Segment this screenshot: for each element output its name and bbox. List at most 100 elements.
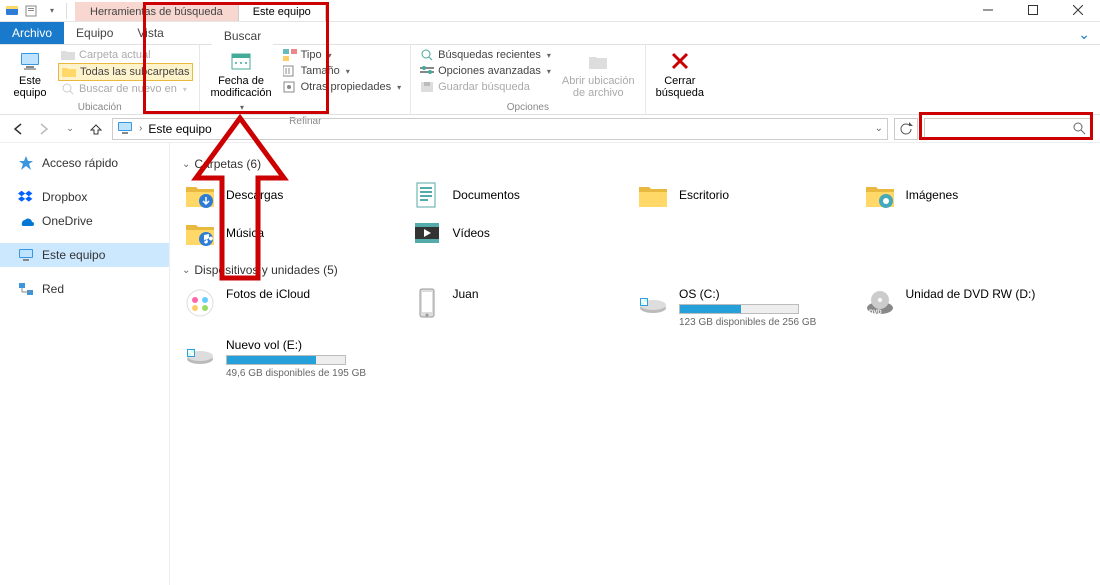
- main-area: Acceso rápido Dropbox OneDrive Este equipo R…: [0, 143, 1100, 585]
- tamano-label: Tamaño: [301, 65, 340, 77]
- folder-label: Documentos: [453, 188, 520, 202]
- tab-archivo[interactable]: Archivo: [0, 22, 64, 44]
- drive-icon: [411, 287, 443, 319]
- guardar-busqueda-button[interactable]: Guardar búsqueda: [417, 79, 554, 95]
- contextual-tab-header: Herramientas de búsqueda: [75, 2, 238, 21]
- drive-unidad-de-dvd-rw-d-[interactable]: DVDUnidad de DVD RW (D:): [862, 285, 1089, 330]
- onedrive-icon: [18, 213, 34, 229]
- forward-button[interactable]: [34, 119, 54, 139]
- abrir-ubic-label: Abrir ubicación de archivo: [562, 75, 635, 99]
- sidebar-item-label: Red: [42, 282, 64, 296]
- maximize-button[interactable]: [1010, 0, 1055, 21]
- folders-grid: Descargas Documentos Escritorio Imágenes Mús…: [182, 179, 1088, 249]
- este-equipo-button[interactable]: Este equipo: [6, 47, 54, 101]
- drive-sublabel: 123 GB disponibles de 256 GB: [679, 317, 816, 328]
- folder-imágenes[interactable]: Imágenes: [862, 179, 1089, 211]
- opciones-avanzadas-button[interactable]: Opciones avanzadas: [417, 63, 554, 79]
- recent-locations-button[interactable]: ⌄: [60, 119, 80, 139]
- address-bar[interactable]: › Este equipo ⌄: [112, 118, 888, 140]
- drive-nuevo-vol-e-[interactable]: Nuevo vol (E:)49,6 GB disponibles de 195…: [182, 336, 409, 381]
- otras-prop-label: Otras propiedades: [301, 81, 392, 93]
- folder-label: Escritorio: [679, 188, 729, 202]
- cerrar-busqueda-button[interactable]: Cerrar búsqueda: [652, 47, 708, 101]
- folder-label: Vídeos: [453, 226, 490, 240]
- drive-juan[interactable]: Juan: [409, 285, 636, 330]
- busquedas-recientes-button[interactable]: Búsquedas recientes: [417, 47, 554, 63]
- qat-properties-icon[interactable]: [24, 3, 40, 19]
- folder-escritorio[interactable]: Escritorio: [635, 179, 862, 211]
- folder-vídeos[interactable]: Vídeos: [409, 217, 636, 249]
- folder-icon: [61, 48, 75, 62]
- drive-icon: [637, 287, 669, 319]
- ribbon-help-icon[interactable]: ⌄: [1068, 22, 1100, 44]
- sidebar-item-label: OneDrive: [42, 214, 93, 228]
- folder-música[interactable]: Música: [182, 217, 409, 249]
- fecha-modificacion-button[interactable]: Fecha de modificación: [206, 47, 275, 115]
- este-equipo-label: Este equipo: [13, 75, 46, 99]
- advanced-icon: [420, 64, 434, 78]
- address-path[interactable]: Este equipo: [148, 122, 211, 136]
- network-icon: [18, 281, 34, 297]
- buscar-de-nuevo-button[interactable]: Buscar de nuevo en: [58, 81, 193, 97]
- drive-icon: [184, 338, 216, 370]
- close-button[interactable]: [1055, 0, 1100, 21]
- sidebar-item-dropbox[interactable]: Dropbox: [0, 185, 169, 209]
- open-location-icon: [586, 49, 610, 73]
- cerrar-busqueda-label: Cerrar búsqueda: [656, 75, 704, 99]
- tamano-button[interactable]: Tamaño: [280, 63, 405, 79]
- todas-subcarpetas-label: Todas las subcarpetas: [80, 66, 189, 78]
- tab-equipo[interactable]: Equipo: [64, 22, 125, 44]
- search-box[interactable]: [924, 118, 1092, 140]
- save-icon: [420, 80, 434, 94]
- drive-label: Unidad de DVD RW (D:): [906, 287, 1036, 301]
- address-dropdown-icon[interactable]: ⌄: [875, 123, 883, 134]
- size-icon: [283, 64, 297, 78]
- search-input[interactable]: [929, 122, 1059, 136]
- tab-buscar[interactable]: Buscar: [212, 23, 273, 45]
- tipo-label: Tipo: [301, 49, 322, 61]
- sidebar-item-onedrive[interactable]: OneDrive: [0, 209, 169, 233]
- folder-icon: [864, 181, 896, 209]
- devices-header-label: Dispositivos y unidades (5): [194, 263, 337, 277]
- guardar-label: Guardar búsqueda: [438, 81, 530, 93]
- fecha-mod-label: Fecha de modificación: [210, 75, 271, 99]
- group-label-opciones: Opciones: [417, 101, 639, 115]
- star-icon: [18, 155, 34, 171]
- carpeta-actual-label: Carpeta actual: [79, 49, 151, 61]
- folder-documentos[interactable]: Documentos: [409, 179, 636, 211]
- calendar-icon: [229, 49, 253, 73]
- ribbon-group-refinar: Fecha de modificación Tipo Tamaño Otras …: [200, 45, 411, 114]
- back-button[interactable]: [8, 119, 28, 139]
- drives-grid: Fotos de iCloud JuanOS (C:)123 GB disponi…: [182, 285, 1088, 381]
- folder-descargas[interactable]: Descargas: [182, 179, 409, 211]
- folder-label: Descargas: [226, 188, 283, 202]
- minimize-button[interactable]: [965, 0, 1010, 21]
- sidebar-item-red[interactable]: Red: [0, 277, 169, 301]
- devices-section-header[interactable]: Dispositivos y unidades (5): [182, 263, 1088, 277]
- carpeta-actual-button[interactable]: Carpeta actual: [58, 47, 193, 63]
- drive-os-c-[interactable]: OS (C:)123 GB disponibles de 256 GB: [635, 285, 862, 330]
- type-icon: [283, 48, 297, 62]
- tipo-button[interactable]: Tipo: [280, 47, 405, 63]
- ribbon-group-opciones: Búsquedas recientes Opciones avanzadas G…: [411, 45, 646, 114]
- drive-fotos-de-icloud[interactable]: Fotos de iCloud: [182, 285, 409, 330]
- drive-usage-bar: [679, 304, 799, 314]
- todas-subcarpetas-button[interactable]: Todas las subcarpetas: [58, 63, 193, 81]
- ribbon-tabs: Archivo Equipo Vista Buscar ⌄: [0, 22, 1100, 45]
- folders-header-label: Carpetas (6): [194, 157, 261, 171]
- sidebar-item-acceso-rápido[interactable]: Acceso rápido: [0, 151, 169, 175]
- qat-dropdown-icon[interactable]: ▾: [44, 3, 60, 19]
- drive-icon: [184, 287, 216, 319]
- search-icon[interactable]: [1073, 122, 1087, 136]
- buscar-de-nuevo-label: Buscar de nuevo en: [79, 83, 177, 95]
- otras-propiedades-button[interactable]: Otras propiedades: [280, 79, 405, 95]
- abrir-ubicacion-button[interactable]: Abrir ubicación de archivo: [558, 47, 639, 101]
- folders-section-header[interactable]: Carpetas (6): [182, 157, 1088, 171]
- drive-label: Fotos de iCloud: [226, 287, 310, 301]
- sidebar-item-este-equipo[interactable]: Este equipo: [0, 243, 169, 267]
- tab-vista[interactable]: Vista: [125, 22, 175, 44]
- up-button[interactable]: [86, 119, 106, 139]
- refresh-button[interactable]: [894, 118, 918, 140]
- sidebar-item-label: Este equipo: [42, 248, 105, 262]
- chevron-right-icon[interactable]: ›: [139, 123, 142, 134]
